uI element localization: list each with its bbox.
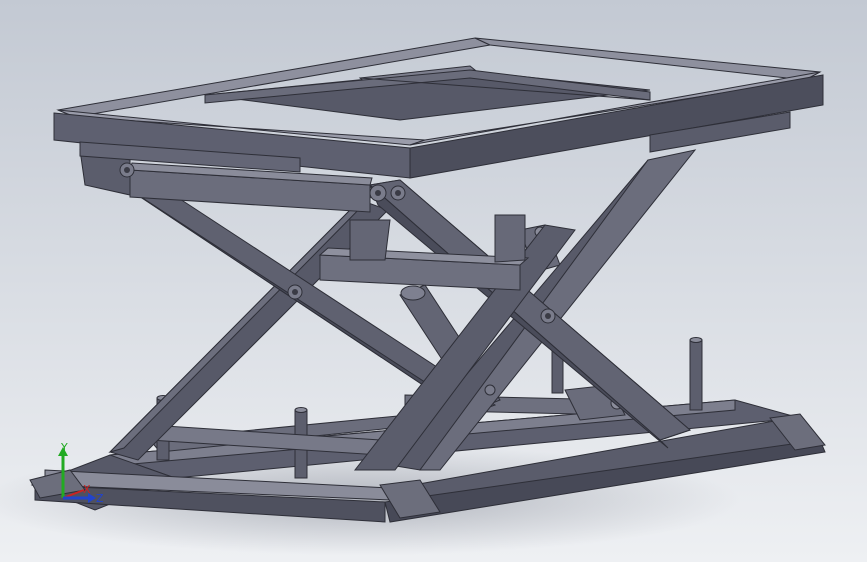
x-axis-label: X xyxy=(83,483,91,496)
y-axis-label: Y xyxy=(61,441,68,454)
coordinate-triad: Y X Z xyxy=(50,440,120,510)
scissor-lift-model[interactable] xyxy=(0,0,867,562)
z-axis-label: Z xyxy=(96,492,104,505)
graphics-viewport[interactable]: Y X Z xyxy=(0,0,867,562)
